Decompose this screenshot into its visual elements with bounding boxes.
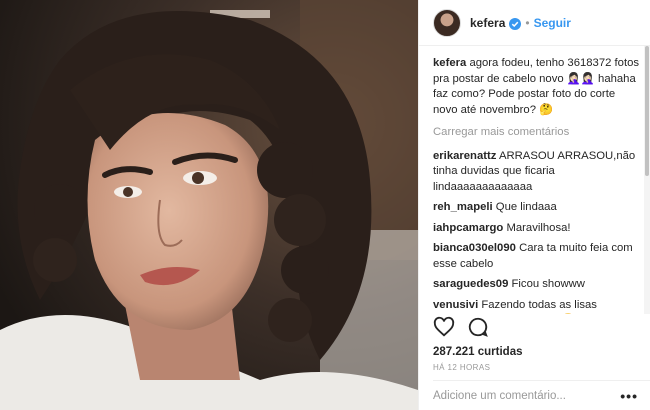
- comment-username[interactable]: erikarenattz: [433, 150, 496, 162]
- caption-username[interactable]: kefera: [433, 57, 466, 69]
- post-photo[interactable]: [0, 0, 418, 410]
- separator-dot: •: [525, 15, 530, 30]
- comment-item: bianca030el090 Cara ta muito feia com es…: [433, 241, 642, 272]
- comment-text: Maravilhosa!: [506, 221, 571, 234]
- post-sidebar: kefera • Seguir kefera agora fodeu, tenh…: [418, 0, 650, 410]
- comment-entries: erikarenattz ARRASOU ARRASOU,não tinha d…: [433, 149, 642, 315]
- load-more-comments-link[interactable]: Carregar mais comentários: [433, 125, 642, 141]
- add-comment-input[interactable]: Adicione um comentário...: [433, 390, 566, 402]
- comment-item: iahpcamargo Maravilhosa!: [433, 221, 642, 237]
- avatar[interactable]: [433, 8, 461, 37]
- selfie-image: [0, 0, 418, 410]
- caption: kefera agora fodeu, tenho 3618372 fotos …: [433, 56, 642, 118]
- comment-username[interactable]: venusivi: [433, 299, 478, 311]
- comment-item: saraguedes09 Ficou showww: [433, 277, 642, 293]
- comment-item: reh_mapeli Que lindaaa: [433, 200, 642, 216]
- comment-username[interactable]: reh_mapeli: [433, 201, 493, 213]
- comments-list[interactable]: kefera agora fodeu, tenho 3618372 fotos …: [419, 46, 650, 314]
- instagram-post-view: kefera • Seguir kefera agora fodeu, tenh…: [0, 0, 650, 410]
- heart-outline-icon[interactable]: [433, 316, 455, 338]
- verified-badge-icon: [509, 17, 522, 30]
- comment-text: Que lindaaa: [495, 201, 557, 213]
- post-username[interactable]: kefera: [470, 16, 505, 30]
- more-options-button[interactable]: •••: [620, 388, 638, 404]
- likes-count[interactable]: 287.221 curtidas: [433, 346, 523, 358]
- comment-item: erikarenattz ARRASOU ARRASOU,não tinha d…: [433, 149, 642, 196]
- follow-button[interactable]: Seguir: [534, 16, 571, 30]
- comment-text: Ficou showww: [511, 278, 585, 290]
- post-timestamp: HÁ 12 HORAS: [433, 363, 491, 372]
- comment-item: venusivi Fazendo todas as lisas quererem…: [433, 298, 642, 315]
- scrollbar-thumb[interactable]: [645, 46, 649, 176]
- speech-bubble-icon[interactable]: [467, 316, 489, 338]
- comments-scrollbar[interactable]: [644, 46, 650, 314]
- comment-username[interactable]: saraguedes09: [433, 278, 508, 290]
- comment-username[interactable]: bianca030el090: [433, 242, 516, 254]
- add-comment-bar: Adicione um comentário... •••: [433, 380, 650, 410]
- post-header: kefera • Seguir: [419, 0, 650, 46]
- comment-username[interactable]: iahpcamargo: [433, 222, 503, 234]
- action-bar: [433, 316, 489, 338]
